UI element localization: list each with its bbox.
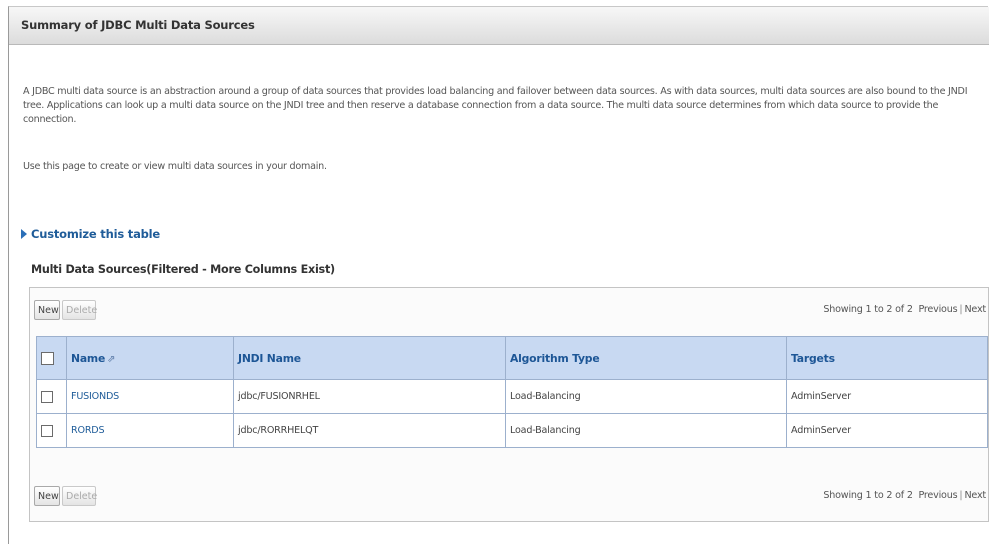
pagination: Showing 1 to 2 of 2 Previous | Next xyxy=(823,304,986,315)
row-checkbox[interactable] xyxy=(41,424,53,437)
portlet-title-bar: Summary of JDBC Multi Data Sources xyxy=(9,7,989,45)
pagination: Showing 1 to 2 of 2 Previous | Next xyxy=(823,490,986,501)
data-source-link[interactable]: FUSIONDS xyxy=(71,391,119,402)
page-usage-text: Use this page to create or view multi da… xyxy=(23,161,327,172)
next-link[interactable]: Next xyxy=(964,304,986,315)
algorithm-cell: Load-Balancing xyxy=(505,413,787,448)
paging-separator: | xyxy=(959,304,963,315)
delete-button[interactable]: Delete xyxy=(62,300,97,320)
customize-table-link[interactable]: Customize this table xyxy=(21,227,160,241)
row-select-cell xyxy=(36,379,67,414)
name-cell: RORDS xyxy=(66,413,234,448)
new-button[interactable]: New xyxy=(34,486,60,506)
table-header-row: Name ⇗ JNDI Name Algorithm Type Targets xyxy=(36,336,988,380)
algorithm-cell: Load-Balancing xyxy=(505,379,787,414)
next-link[interactable]: Next xyxy=(964,490,986,501)
row-checkbox[interactable] xyxy=(41,390,53,403)
previous-link[interactable]: Previous xyxy=(918,304,957,315)
table-toolbar-top: New Delete Showing 1 to 2 of 2 Previous |… xyxy=(30,296,990,328)
jndi-cell: jdbc/FUSIONRHEL xyxy=(233,379,506,414)
sort-ascending-icon[interactable]: ⇗ xyxy=(107,354,115,365)
jndi-cell: jdbc/RORRHELQT xyxy=(233,413,506,448)
data-source-link[interactable]: RORDS xyxy=(71,425,105,436)
row-select-cell xyxy=(36,413,67,448)
multi-data-sources-panel: New Delete Showing 1 to 2 of 2 Previous |… xyxy=(29,287,989,522)
paging-text: Showing 1 to 2 of 2 xyxy=(823,490,913,501)
customize-table-label: Customize this table xyxy=(31,227,160,241)
targets-cell: AdminServer xyxy=(786,413,988,448)
table-row: FUSIONDS jdbc/FUSIONRHEL Load-Balancing … xyxy=(36,379,988,414)
summary-portlet: Summary of JDBC Multi Data Sources A JDB… xyxy=(8,6,989,544)
select-all-cell xyxy=(36,336,67,380)
paging-separator: | xyxy=(959,490,963,501)
expand-triangle-icon xyxy=(21,229,27,239)
name-cell: FUSIONDS xyxy=(66,379,234,414)
table-row: RORDS jdbc/RORRHELQT Load-Balancing Admi… xyxy=(36,413,988,448)
column-header-algorithm-type[interactable]: Algorithm Type xyxy=(505,336,787,380)
column-header-name[interactable]: Name ⇗ xyxy=(66,336,234,380)
column-header-jndi-name[interactable]: JNDI Name xyxy=(233,336,506,380)
page-title: Summary of JDBC Multi Data Sources xyxy=(21,18,255,32)
table-toolbar-bottom: New Delete Showing 1 to 2 of 2 Previous |… xyxy=(30,482,990,514)
targets-cell: AdminServer xyxy=(786,379,988,414)
previous-link[interactable]: Previous xyxy=(918,490,957,501)
data-sources-table: Name ⇗ JNDI Name Algorithm Type Targets F… xyxy=(36,336,988,448)
paging-text: Showing 1 to 2 of 2 xyxy=(823,304,913,315)
page-description: A JDBC multi data source is an abstracti… xyxy=(23,86,968,125)
table-caption: Multi Data Sources(Filtered - More Colum… xyxy=(31,263,335,276)
new-button[interactable]: New xyxy=(34,300,60,320)
column-header-targets[interactable]: Targets xyxy=(786,336,988,380)
select-all-checkbox[interactable] xyxy=(41,351,54,365)
delete-button[interactable]: Delete xyxy=(62,486,97,506)
